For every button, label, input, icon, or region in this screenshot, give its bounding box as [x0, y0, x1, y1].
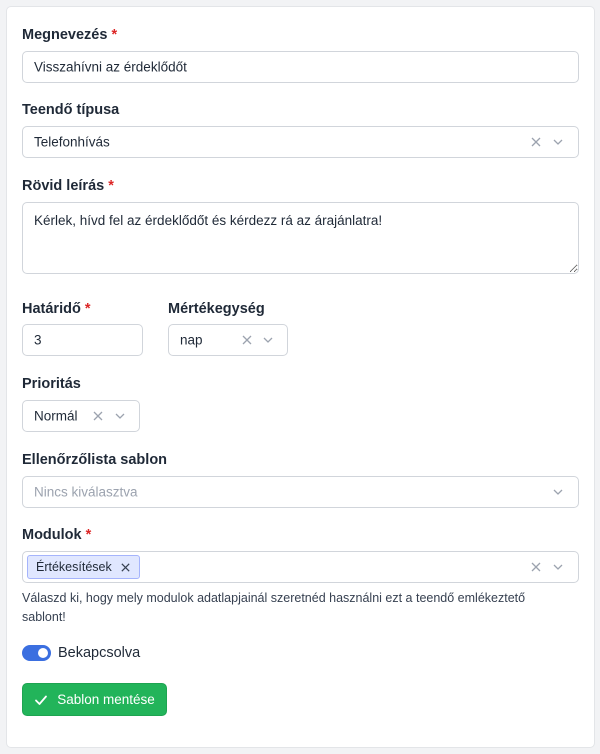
required-mark: * [85, 527, 92, 543]
chevron-down-icon[interactable] [552, 486, 564, 498]
name-input-value: Visszahívni az érdeklődőt [34, 59, 187, 75]
unit-select[interactable]: nap [168, 324, 288, 356]
deadline-label: Határidő * [22, 301, 91, 317]
task-type-label: Teendő típusa [22, 102, 120, 118]
modules-label: Modulok * [22, 527, 92, 543]
checklist-placeholder: Nincs kiválasztva [34, 484, 138, 500]
name-input[interactable]: Visszahívni az érdeklődőt [22, 51, 579, 83]
checklist-label: Ellenőrzőlista sablon [22, 452, 168, 468]
module-tag-label: Értékesítések [36, 560, 112, 574]
priority-label: Prioritás [22, 376, 81, 392]
deadline-value: 3 [34, 332, 42, 348]
check-icon [34, 693, 48, 707]
unit-value: nap [180, 332, 203, 348]
chevron-down-icon[interactable] [262, 334, 274, 346]
chevron-down-icon[interactable] [114, 410, 126, 422]
checklist-select[interactable]: Nincs kiválasztva [22, 476, 579, 508]
required-mark: * [84, 301, 91, 317]
priority-select[interactable]: Normál [22, 400, 140, 432]
unit-label: Mértékegység [168, 301, 265, 317]
clear-x-icon[interactable] [92, 410, 104, 422]
task-type-select[interactable]: Telefonhívás [22, 126, 579, 158]
short-desc-textarea[interactable]: Kérlek, hívd fel az érdeklődőt és kérdez… [22, 202, 579, 274]
name-label: Megnevezés * [22, 27, 118, 43]
enabled-toggle[interactable] [22, 645, 51, 661]
enabled-toggle-label: Bekapcsolva [58, 645, 141, 661]
chevron-down-icon[interactable] [552, 136, 564, 148]
save-button-label: Sablon mentése [57, 692, 155, 707]
clear-x-icon[interactable] [530, 136, 542, 148]
required-mark: * [111, 27, 118, 43]
task-type-value: Telefonhívás [34, 134, 110, 150]
module-tag: Értékesítések [27, 555, 140, 579]
remove-tag-x-icon[interactable] [120, 562, 131, 573]
modules-multiselect[interactable]: Értékesítések [22, 551, 579, 583]
priority-value: Normál [34, 408, 78, 424]
modules-help-text: Válaszd ki, hogy mely modulok adatlapjai… [22, 591, 526, 624]
deadline-input[interactable]: 3 [22, 324, 143, 356]
save-template-button[interactable]: Sablon mentése [22, 683, 167, 716]
required-mark: * [108, 178, 114, 194]
toggle-knob [38, 648, 48, 658]
clear-x-icon[interactable] [241, 334, 253, 346]
chevron-down-icon[interactable] [552, 561, 564, 573]
template-form-card: Megnevezés * Visszahívni az érdeklődőt Te… [6, 6, 595, 748]
short-desc-label: Rövid leírás * [22, 178, 114, 194]
clear-x-icon[interactable] [530, 561, 542, 573]
